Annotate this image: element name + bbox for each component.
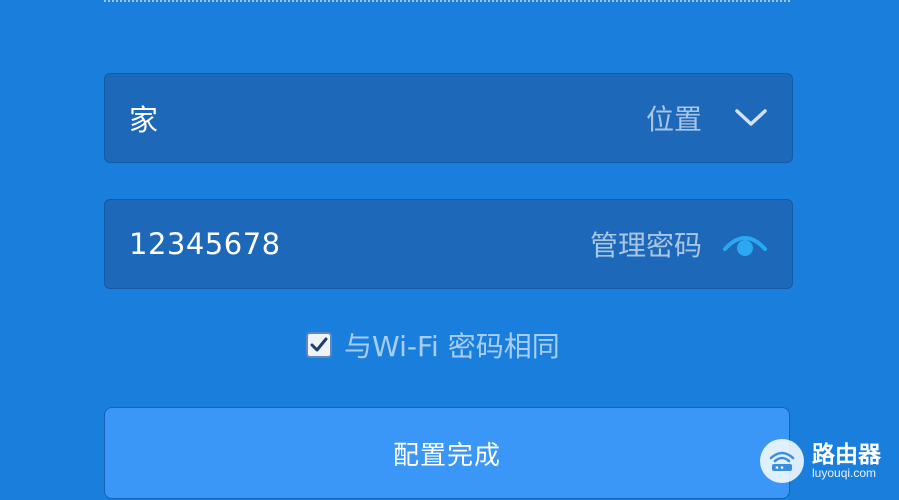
router-setup-screen: 家 位置 12345678 管理密码 与Wi-Fi 密码相同 配置完成 路由器 … (0, 0, 899, 500)
location-label: 位置 (645, 103, 702, 136)
same-as-wifi-label: 与Wi-Fi 密码相同 (344, 330, 560, 363)
eye-icon[interactable] (722, 229, 768, 259)
same-as-wifi-row[interactable]: 与Wi-Fi 密码相同 (306, 325, 560, 365)
watermark-url: luyouqi.com (812, 465, 877, 480)
watermark-name: 路由器 (812, 441, 881, 468)
location-select[interactable]: 家 位置 (104, 73, 793, 163)
same-as-wifi-checkbox[interactable] (306, 332, 332, 358)
watermark: 路由器 luyouqi.com (760, 436, 881, 486)
finish-setup-button[interactable]: 配置完成 (104, 407, 790, 499)
admin-password-label: 管理密码 (589, 229, 702, 262)
router-logo-icon (760, 439, 804, 483)
location-value: 家 (129, 103, 159, 137)
admin-password-field[interactable]: 12345678 管理密码 (104, 199, 793, 289)
chevron-down-icon[interactable] (734, 107, 768, 129)
checkmark-icon (310, 337, 328, 352)
finish-setup-label: 配置完成 (392, 440, 501, 471)
admin-password-value: 12345678 (129, 227, 281, 261)
divider (104, 0, 790, 3)
